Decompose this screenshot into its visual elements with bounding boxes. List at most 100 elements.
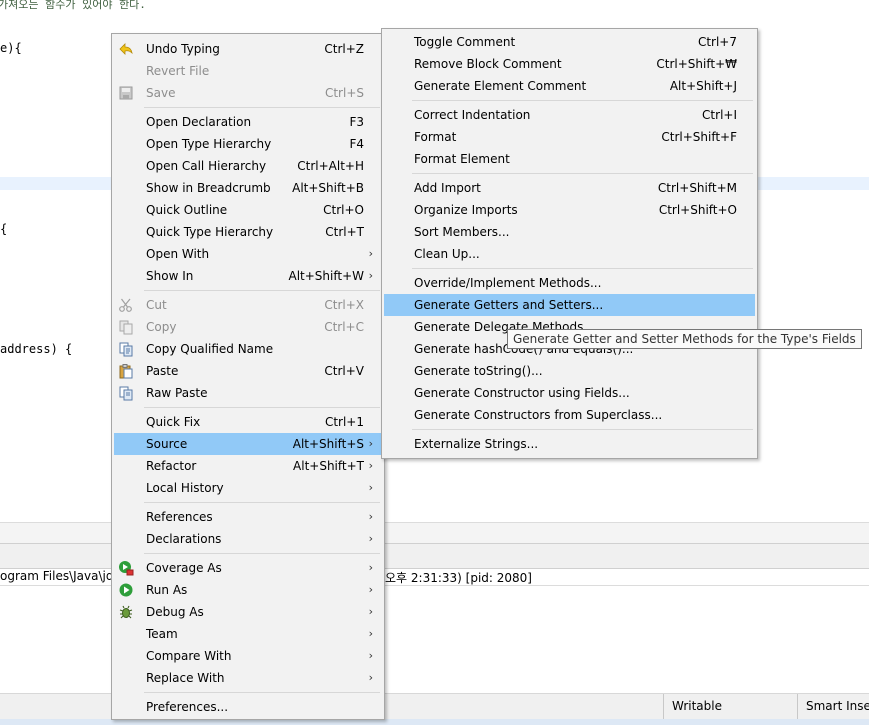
menu-item-label: Save bbox=[146, 86, 176, 100]
menu-show-in-breadcrumb[interactable]: Show in Breadcrumb Alt+Shift+B bbox=[114, 177, 382, 199]
menu-source[interactable]: Source Alt+Shift+S › bbox=[114, 433, 382, 455]
menu-format-element[interactable]: Format Element bbox=[384, 148, 755, 170]
menu-item-shortcut: Ctrl+O bbox=[323, 203, 364, 217]
menu-item-label: Clean Up... bbox=[414, 247, 480, 261]
menu-item-shortcut: Alt+Shift+S bbox=[292, 437, 364, 451]
menu-open-call-hierarchy[interactable]: Open Call Hierarchy Ctrl+Alt+H bbox=[114, 155, 382, 177]
menu-externalize-strings[interactable]: Externalize Strings... bbox=[384, 433, 755, 455]
menu-generate-constructor-fields[interactable]: Generate Constructor using Fields... bbox=[384, 382, 755, 404]
menu-item-shortcut: Ctrl+Shift+O bbox=[658, 203, 737, 217]
menu-sort-members[interactable]: Sort Members... bbox=[384, 221, 755, 243]
chevron-right-icon: › bbox=[368, 481, 373, 494]
menu-item-label: Raw Paste bbox=[146, 386, 208, 400]
chevron-right-icon: › bbox=[368, 459, 373, 472]
menu-debug-as[interactable]: Debug As › bbox=[114, 601, 382, 623]
menu-quick-type-hierarchy[interactable]: Quick Type Hierarchy Ctrl+T bbox=[114, 221, 382, 243]
menu-item-label: Generate Element Comment bbox=[414, 79, 587, 93]
menu-item-shortcut: Alt+Shift+B bbox=[292, 181, 364, 195]
menu-item-label: Correct Indentation bbox=[414, 108, 531, 122]
menu-copy[interactable]: Copy Ctrl+C bbox=[114, 316, 382, 338]
menu-item-label: Quick Outline bbox=[146, 203, 228, 217]
menu-item-label: Override/Implement Methods... bbox=[414, 276, 602, 290]
chevron-right-icon: › bbox=[368, 247, 373, 260]
menu-local-history[interactable]: Local History › bbox=[114, 477, 382, 499]
menu-format[interactable]: Format Ctrl+Shift+F bbox=[384, 126, 755, 148]
cut-icon bbox=[118, 297, 134, 313]
coverage-icon bbox=[118, 560, 134, 576]
menu-open-declaration[interactable]: Open Declaration F3 bbox=[114, 111, 382, 133]
menu-compare-with[interactable]: Compare With › bbox=[114, 645, 382, 667]
menu-references[interactable]: References › bbox=[114, 506, 382, 528]
editor-code-line: { bbox=[0, 222, 8, 236]
menu-replace-with[interactable]: Replace With › bbox=[114, 667, 382, 689]
menu-separator bbox=[412, 429, 753, 430]
menu-revert-file[interactable]: Revert File bbox=[114, 60, 382, 82]
console-process-time: 오후 2:31:33) [pid: 2080] bbox=[385, 571, 532, 585]
menu-toggle-comment[interactable]: Toggle Comment Ctrl+7 bbox=[384, 31, 755, 53]
editor-comment-line: 가져오는 함수가 있어야 한다. bbox=[0, 0, 146, 11]
menu-item-label: Declarations bbox=[146, 532, 222, 546]
source-submenu: Toggle Comment Ctrl+7 Remove Block Comme… bbox=[381, 28, 758, 459]
menu-item-label: Refactor bbox=[146, 459, 197, 473]
menu-preferences[interactable]: Preferences... bbox=[114, 696, 382, 718]
menu-cut[interactable]: Cut Ctrl+X bbox=[114, 294, 382, 316]
undo-icon bbox=[118, 41, 134, 57]
menu-coverage-as[interactable]: Coverage As › bbox=[114, 557, 382, 579]
chevron-right-icon: › bbox=[368, 649, 373, 662]
chevron-right-icon: › bbox=[368, 437, 373, 450]
menu-item-shortcut: Ctrl+Shift+F bbox=[661, 130, 737, 144]
chevron-right-icon: › bbox=[368, 605, 373, 618]
menu-clean-up[interactable]: Clean Up... bbox=[384, 243, 755, 265]
paste-icon bbox=[118, 363, 134, 379]
menu-remove-block-comment[interactable]: Remove Block Comment Ctrl+Shift+₩ bbox=[384, 53, 755, 75]
menu-quick-outline[interactable]: Quick Outline Ctrl+O bbox=[114, 199, 382, 221]
copy-icon bbox=[118, 319, 134, 335]
menu-declarations[interactable]: Declarations › bbox=[114, 528, 382, 550]
menu-item-shortcut: Ctrl+I bbox=[702, 108, 737, 122]
menu-raw-paste[interactable]: Raw Paste bbox=[114, 382, 382, 404]
menu-override-implement-methods[interactable]: Override/Implement Methods... bbox=[384, 272, 755, 294]
menu-copy-qualified-name[interactable]: Copy Qualified Name bbox=[114, 338, 382, 360]
menu-item-label: Quick Fix bbox=[146, 415, 201, 429]
menu-show-in[interactable]: Show In Alt+Shift+W › bbox=[114, 265, 382, 287]
menu-separator bbox=[144, 407, 380, 408]
menu-generate-constructors-superclass[interactable]: Generate Constructors from Superclass... bbox=[384, 404, 755, 426]
menu-item-shortcut: Ctrl+Z bbox=[324, 42, 364, 56]
menu-item-label: Local History bbox=[146, 481, 224, 495]
menu-generate-element-comment[interactable]: Generate Element Comment Alt+Shift+J bbox=[384, 75, 755, 97]
menu-separator bbox=[144, 290, 380, 291]
menu-generate-getters-setters[interactable]: Generate Getters and Setters... bbox=[384, 294, 755, 316]
menu-organize-imports[interactable]: Organize Imports Ctrl+Shift+O bbox=[384, 199, 755, 221]
console-process-path: ogram Files\Java\jdl bbox=[0, 569, 117, 583]
menu-paste[interactable]: Paste Ctrl+V bbox=[114, 360, 382, 382]
menu-item-label: Open Declaration bbox=[146, 115, 252, 129]
menu-open-type-hierarchy[interactable]: Open Type Hierarchy F4 bbox=[114, 133, 382, 155]
menu-team[interactable]: Team › bbox=[114, 623, 382, 645]
menu-quick-fix[interactable]: Quick Fix Ctrl+1 bbox=[114, 411, 382, 433]
menu-item-label: Externalize Strings... bbox=[414, 437, 539, 451]
menu-item-label: Revert File bbox=[146, 64, 210, 78]
menu-save[interactable]: Save Ctrl+S bbox=[114, 82, 382, 104]
menu-item-label: Compare With bbox=[146, 649, 232, 663]
menu-item-label: Replace With bbox=[146, 671, 225, 685]
menu-correct-indentation[interactable]: Correct Indentation Ctrl+I bbox=[384, 104, 755, 126]
menu-add-import[interactable]: Add Import Ctrl+Shift+M bbox=[384, 177, 755, 199]
menu-separator bbox=[412, 100, 753, 101]
menu-item-label: Copy Qualified Name bbox=[146, 342, 274, 356]
menu-undo-typing[interactable]: Undo Typing Ctrl+Z bbox=[114, 38, 382, 60]
editor-code-line: e){ bbox=[0, 41, 22, 55]
menu-separator bbox=[144, 692, 380, 693]
menu-item-label: Add Import bbox=[414, 181, 481, 195]
menu-item-label: Team bbox=[146, 627, 178, 641]
status-writable: Writable bbox=[663, 694, 796, 720]
menu-run-as[interactable]: Run As › bbox=[114, 579, 382, 601]
menu-item-label: Source bbox=[146, 437, 188, 451]
menu-open-with[interactable]: Open With › bbox=[114, 243, 382, 265]
menu-item-label: Undo Typing bbox=[146, 42, 220, 56]
menu-generate-tostring[interactable]: Generate toString()... bbox=[384, 360, 755, 382]
menu-item-label: Debug As bbox=[146, 605, 204, 619]
raw-paste-icon bbox=[118, 385, 134, 401]
menu-refactor[interactable]: Refactor Alt+Shift+T › bbox=[114, 455, 382, 477]
menu-item-shortcut: Ctrl+T bbox=[325, 225, 364, 239]
menu-item-label: Show in Breadcrumb bbox=[146, 181, 271, 195]
